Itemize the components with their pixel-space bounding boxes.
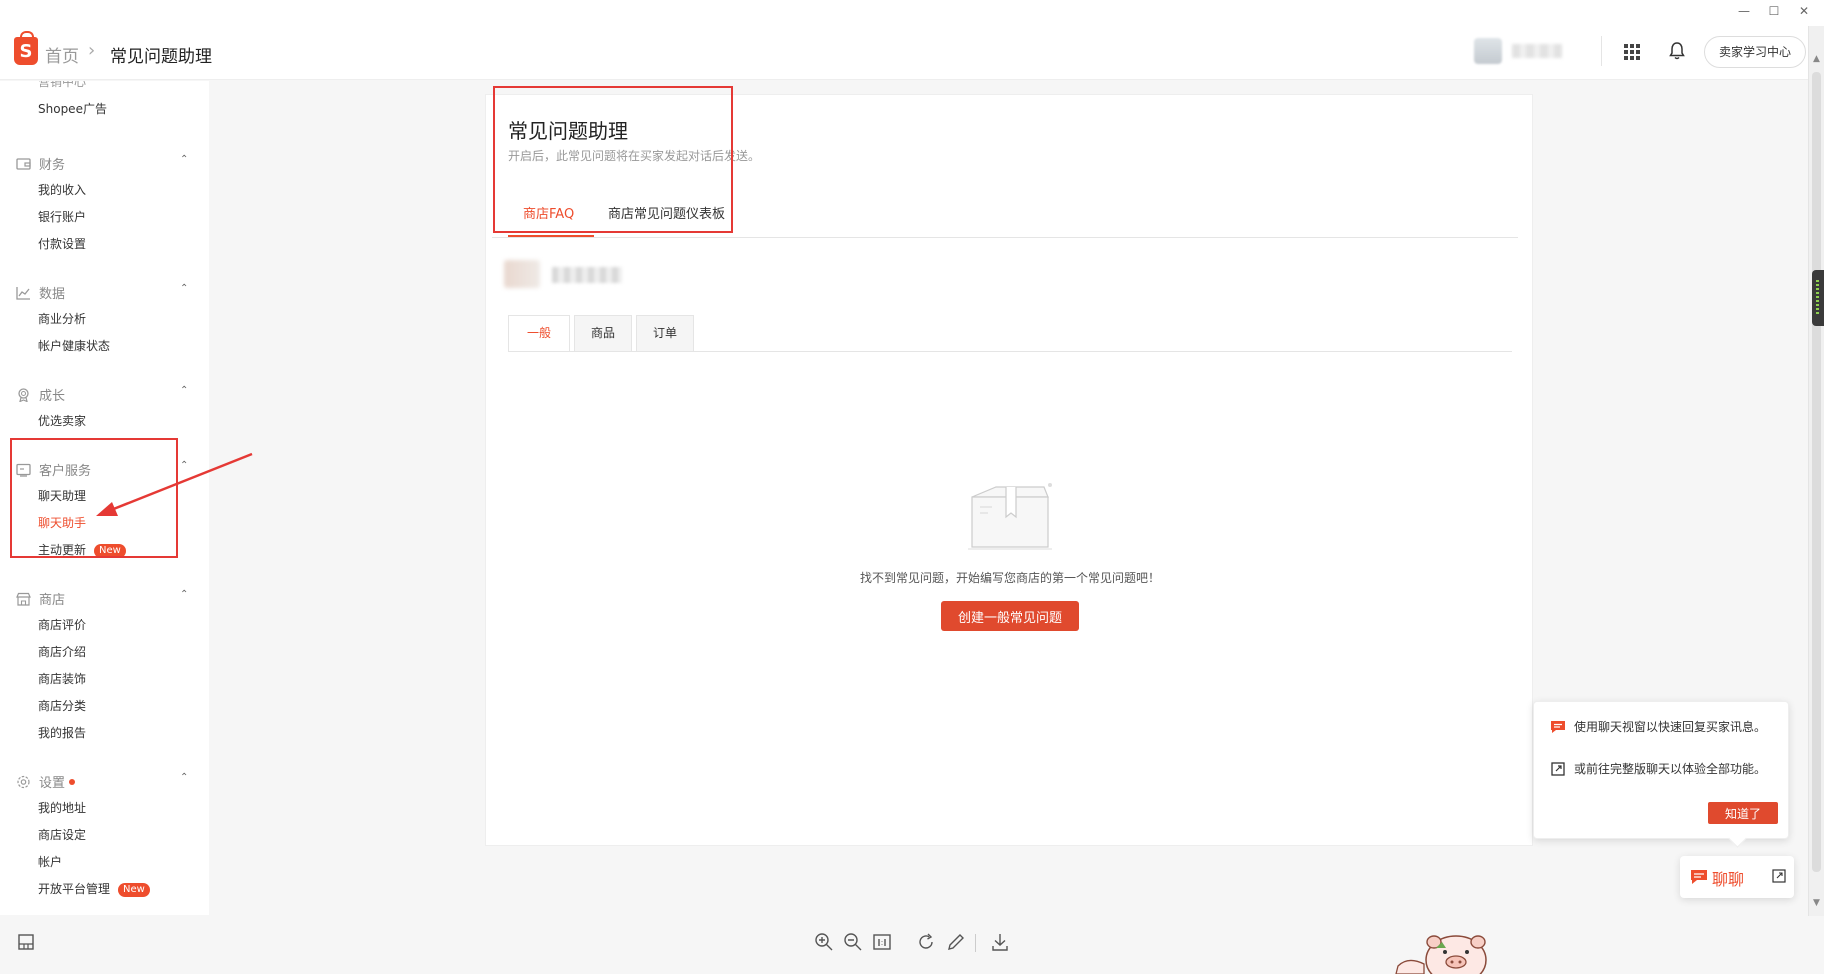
user-avatar[interactable] (1474, 38, 1502, 64)
chat-launcher-label: 聊聊 (1712, 870, 1745, 889)
side-handle[interactable] (1812, 270, 1824, 326)
chevron-up-icon[interactable]: ⌃ (180, 385, 188, 396)
shop-name-blurred (552, 267, 622, 283)
sidebar-item-shopee-ads[interactable]: Shopee广告 (38, 100, 107, 117)
sidebar-item-business-insights[interactable]: 商业分析 (38, 310, 86, 327)
chevron-up-icon[interactable]: ⌃ (180, 283, 188, 294)
tab-general[interactable]: 一般 (508, 315, 571, 351)
breadcrumb-separator-icon: › (88, 40, 96, 61)
chat-bubble-icon (1691, 870, 1707, 884)
notification-dot (69, 778, 76, 785)
tab-products[interactable]: 商品 (574, 315, 633, 351)
sidebar-group-growth[interactable]: 成长 (16, 385, 65, 404)
apps-grid-icon[interactable] (1624, 44, 1640, 60)
zoom-in-icon[interactable] (814, 932, 834, 952)
sidebar-item-account[interactable]: 帐户 (38, 853, 62, 870)
actual-size-icon[interactable] (872, 932, 892, 952)
chart-icon (16, 286, 30, 300)
sidebar-group-data[interactable]: 数据 (16, 283, 65, 302)
store-icon (16, 592, 31, 606)
sidebar-item-my-reports[interactable]: 我的报告 (38, 724, 86, 741)
sidebar-group-settings[interactable]: 设置 (16, 772, 76, 791)
chevron-up-icon[interactable]: ⌃ (180, 772, 188, 783)
sidebar-group-shop[interactable]: 商店 (16, 589, 65, 608)
chat-tip-popup: 使用聊天视窗以快速回复买家讯息。 或前往完整版聊天以体验全部功能。 知道了 (1533, 701, 1789, 839)
sidebar-item-payment-settings[interactable]: 付款设置 (38, 235, 86, 252)
shop-avatar (504, 260, 540, 288)
new-badge: New (118, 882, 150, 897)
sidebar-item-shop-settings[interactable]: 商店设定 (38, 826, 86, 843)
scroll-up-icon[interactable]: ▲ (1813, 54, 1820, 64)
annotation-arrow-icon (96, 452, 253, 516)
sidebar-item-shop-profile[interactable]: 商店介绍 (38, 643, 86, 660)
page-scrollbar[interactable]: ▲ ▼ (1808, 26, 1824, 926)
sidebar-item-open-platform[interactable]: 开放平台管理 New (38, 880, 150, 897)
header-divider (1601, 36, 1602, 66)
expand-chat-icon[interactable] (1772, 869, 1786, 883)
zoom-out-icon[interactable] (843, 932, 863, 952)
thumbnail-panel-icon[interactable] (16, 932, 36, 952)
rotate-icon[interactable] (916, 932, 936, 952)
chat-launcher-button[interactable]: 聊聊 (1680, 856, 1794, 898)
badge-icon (18, 387, 29, 402)
empty-state-text: 找不到常见问题，开始编写您商店的第一个常见问题吧！ (859, 571, 1160, 585)
sidebar-item-shop-categories[interactable]: 商店分类 (38, 697, 86, 714)
shopee-logo-icon[interactable]: S (14, 31, 38, 65)
close-button[interactable]: ✕ (1784, 4, 1824, 18)
annotation-box-title (493, 86, 733, 233)
gear-icon (17, 775, 30, 788)
chat-tip-line-2: 或前往完整版聊天以体验全部功能。 (1550, 762, 1776, 776)
viewer-toolbar (0, 916, 1824, 974)
sidebar-item-my-addresses[interactable]: 我的地址 (38, 799, 86, 816)
expand-window-icon (1551, 762, 1565, 776)
sidebar-item-shop-reviews[interactable]: 商店评价 (38, 616, 86, 633)
sidebar-item-bank-account[interactable]: 银行账户 (38, 208, 86, 225)
chevron-up-icon[interactable]: ⌃ (180, 154, 188, 165)
tab-orders[interactable]: 订单 (636, 315, 695, 351)
wallet-icon (16, 157, 31, 170)
sidebar-item-account-health[interactable]: 帐户健康状态 (38, 337, 110, 354)
sidebar-item-shop-decoration[interactable]: 商店装饰 (38, 670, 86, 687)
sidebar-item-preferred-seller[interactable]: 优选卖家 (38, 412, 86, 429)
faq-category-tabs: 一般 商品 订单 (508, 315, 698, 351)
edit-pencil-icon[interactable] (946, 932, 966, 952)
scroll-down-icon[interactable]: ▼ (1813, 898, 1820, 908)
chevron-up-icon[interactable]: ⌃ (180, 589, 188, 600)
sidebar-item-my-income[interactable]: 我的收入 (38, 181, 86, 198)
breadcrumb-home[interactable]: 首页 (45, 42, 79, 67)
sidebar-group-finance[interactable]: 财务 (16, 154, 65, 173)
pig-mascot-icon (1395, 935, 1487, 974)
seller-learning-center-button[interactable]: 卖家学习中心 (1704, 36, 1806, 68)
notification-bell-icon[interactable] (1669, 42, 1685, 60)
toolbar-divider (975, 934, 976, 952)
chat-tip-line-1: 使用聊天视窗以快速回复买家讯息。 (1550, 720, 1776, 734)
scrollbar-thumb[interactable] (1812, 72, 1821, 872)
tabs-divider (492, 237, 1518, 238)
sidebar-item-marketing[interactable]: 营销中心 (38, 81, 86, 90)
top-header: S 首页 › 常见问题助理 卖家学习中心 (0, 26, 1808, 80)
user-name-blurred (1512, 44, 1562, 58)
got-it-button[interactable]: 知道了 (1708, 802, 1778, 824)
chat-bubble-icon (1551, 721, 1565, 733)
window-title-bar: — ☐ ✕ (0, 0, 1824, 26)
create-general-faq-button[interactable]: 创建一般常见问题 (941, 601, 1079, 631)
download-icon[interactable] (990, 932, 1010, 952)
breadcrumb-current: 常见问题助理 (110, 47, 212, 67)
empty-box-icon (968, 483, 1052, 550)
sub-tabs-divider (508, 351, 1512, 352)
